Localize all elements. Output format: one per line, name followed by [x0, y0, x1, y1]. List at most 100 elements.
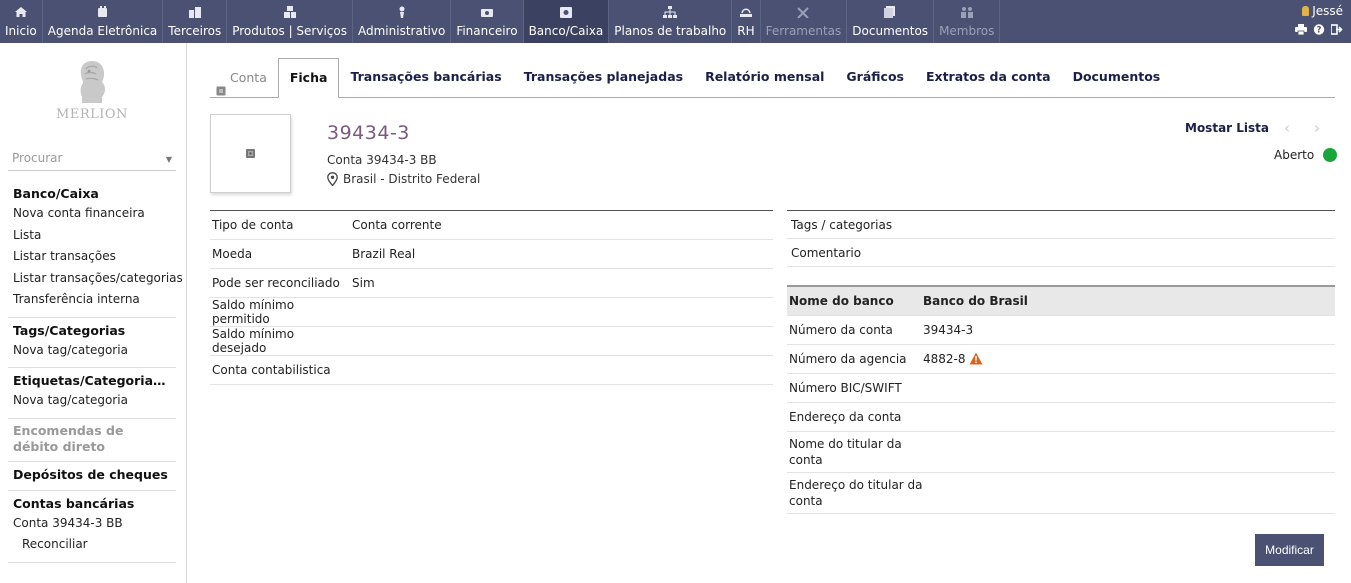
sidebar-item[interactable]: Reconciliar	[8, 534, 176, 556]
sidebar-item[interactable]: Nova tag/categoria	[8, 340, 176, 362]
svg-text:?: ?	[1317, 26, 1322, 35]
sidebar-section: Banco/Caixa Nova conta financeira Lista Lis…	[8, 181, 183, 318]
tab-transacoes-bancarias[interactable]: Transações bancárias	[339, 58, 512, 97]
bank-field-label: Número da conta	[789, 323, 893, 337]
bank-field-label: Nome do titular da conta	[789, 437, 902, 467]
bank-field-row: Número BIC/SWIFT	[787, 374, 1335, 403]
tools-icon	[796, 6, 810, 18]
bank-field-value: 39434-3	[923, 323, 973, 337]
field-row: Saldo mínimo permitido	[210, 298, 773, 327]
topnav-label: Membros	[939, 24, 995, 38]
bank-name-value: Banco do Brasil	[923, 294, 1028, 308]
bank-field-label: Número BIC/SWIFT	[789, 381, 902, 395]
buildings-icon	[188, 6, 202, 18]
sidebar-section-header[interactable]: Banco/Caixa	[8, 185, 176, 203]
top-navigation-bar: Inicio Agenda Eletrônica Terceiros Produtos…	[0, 0, 1351, 43]
merlion-logo[interactable]: MERLION	[52, 59, 132, 129]
tab-label: Extratos da conta	[925, 69, 1051, 84]
field-row: Tipo de conta Conta corrente	[210, 211, 773, 240]
account-status: Aberto	[1274, 148, 1338, 162]
search-input[interactable]: Procurar ▼	[8, 149, 176, 171]
safe-icon	[246, 149, 255, 158]
print-icon[interactable]	[1295, 24, 1307, 35]
topnav-documentos[interactable]: Documentos	[847, 0, 935, 43]
bank-field-row: Nome do titular da conta	[787, 432, 1335, 473]
field-value: Conta corrente	[352, 218, 442, 232]
tab-label: Ficha	[289, 70, 328, 85]
money-icon	[480, 6, 494, 18]
user-avatar-icon	[1302, 6, 1310, 16]
sidebar-section-header[interactable]: Encomendas de débito direto	[8, 423, 176, 455]
warning-icon[interactable]	[969, 352, 983, 365]
tab-extratos-da-conta[interactable]: Extratos da conta	[915, 58, 1062, 97]
tab-documentos[interactable]: Documentos	[1062, 58, 1172, 97]
topnav-rh[interactable]: RH	[732, 0, 761, 43]
sidebar-section-header[interactable]: Contas bancárias	[8, 495, 176, 513]
topnav-inicio[interactable]: Inicio	[0, 0, 43, 43]
topnav-administrativo[interactable]: Administrativo	[353, 0, 452, 43]
sidebar-section-header[interactable]: Depósitos de cheques	[8, 466, 176, 484]
field-label: Tipo de conta	[212, 218, 294, 232]
documents-icon	[883, 6, 897, 18]
tab-transacoes-planejadas[interactable]: Transações planejadas	[513, 58, 694, 97]
field-label: Comentario	[791, 245, 862, 260]
modify-button[interactable]: Modificar	[1255, 534, 1324, 566]
location-pin-icon	[327, 172, 338, 186]
bank-field-value: 4882-8	[923, 352, 983, 366]
sidebar-item[interactable]: Lista	[8, 225, 176, 247]
topnav-ferramentas[interactable]: Ferramentas	[761, 0, 848, 43]
topnav-label: RH	[737, 24, 755, 38]
tab-graficos[interactable]: Gráficos	[835, 58, 915, 97]
tab-relatorio-mensal[interactable]: Relatório mensal	[694, 58, 835, 97]
field-row: Comentario	[787, 239, 1335, 267]
user-name: Jessé	[1312, 4, 1343, 18]
topnav-planos-de-trabalho[interactable]: Planos de trabalho	[609, 0, 733, 43]
sidebar-item[interactable]: Conta 39434-3 BB	[8, 513, 176, 535]
help-icon[interactable]: ?	[1313, 24, 1325, 35]
field-label: Pode ser reconciliado	[212, 276, 340, 290]
sidebar-item[interactable]: Listar transações	[8, 246, 176, 268]
tab-conta[interactable]: Conta	[210, 58, 278, 97]
topnav-banco-caixa[interactable]: Banco/Caixa	[523, 0, 610, 43]
tab-label: Relatório mensal	[705, 69, 825, 84]
hr-icon	[739, 6, 753, 18]
field-label: Conta contabilistica	[212, 363, 331, 377]
bank-field-value-text: 4882-8	[923, 352, 966, 366]
bank-field-label: Endereço do titular da conta	[789, 478, 923, 508]
chevron-down-icon[interactable]: ▼	[166, 155, 172, 164]
tab-ficha[interactable]: Ficha	[277, 58, 340, 98]
sidebar-item[interactable]: Nova conta financeira	[8, 203, 176, 225]
account-photo[interactable]	[210, 114, 291, 193]
tab-label: Gráficos	[846, 69, 904, 84]
topnav-agenda-eletr-nica[interactable]: Agenda Eletrônica	[43, 0, 164, 43]
topnav-label: Financeiro	[456, 24, 518, 38]
show-list-link[interactable]: Mostar Lista	[1185, 121, 1269, 135]
topnav-label: Produtos | Serviços	[232, 24, 347, 38]
logout-icon[interactable]	[1331, 24, 1343, 35]
topnav-membros[interactable]: Membros	[934, 0, 1001, 43]
user-menu[interactable]: Jessé	[1295, 4, 1343, 18]
sidebar-section: Contas bancárias Conta 39434-3 BB Reconcil…	[8, 491, 176, 563]
logo-text: MERLION	[56, 107, 128, 122]
account-title: 39434-3	[327, 122, 410, 144]
bank-field-row: Número da conta 39434-3	[787, 316, 1335, 345]
topnav-terceiros[interactable]: Terceiros	[163, 0, 228, 43]
previous-arrow-icon[interactable]: ‹	[1284, 119, 1290, 137]
field-label: Saldo mínimo permitido	[212, 298, 295, 326]
next-arrow-icon[interactable]: ›	[1314, 119, 1320, 137]
bank-field-label: Número da agencia	[789, 352, 907, 366]
sidebar-item[interactable]: Listar transações/categorias	[8, 268, 183, 290]
sidebar-section-header[interactable]: Etiquetas/Categorias de...	[8, 372, 176, 390]
bank-name-label: Nome do banco	[789, 294, 894, 308]
sidebar-section-header[interactable]: Tags/Categorias	[8, 322, 176, 340]
topnav-financeiro[interactable]: Financeiro	[451, 0, 524, 43]
sidebar-item[interactable]: Nova tag/categoria	[8, 390, 176, 412]
topnav-label: Agenda Eletrônica	[47, 24, 158, 38]
tab-label: Documentos	[1072, 69, 1161, 84]
topnav-produtos-servi-os[interactable]: Produtos | Serviços	[227, 0, 353, 43]
boxes-icon	[283, 6, 297, 18]
bank-field-label: Endereço da conta	[789, 410, 902, 424]
bank-field-row: Número da agencia 4882-8	[787, 345, 1335, 374]
sidebar-item[interactable]: Transferência interna	[8, 289, 176, 311]
tab-label: Transações planejadas	[523, 69, 684, 84]
